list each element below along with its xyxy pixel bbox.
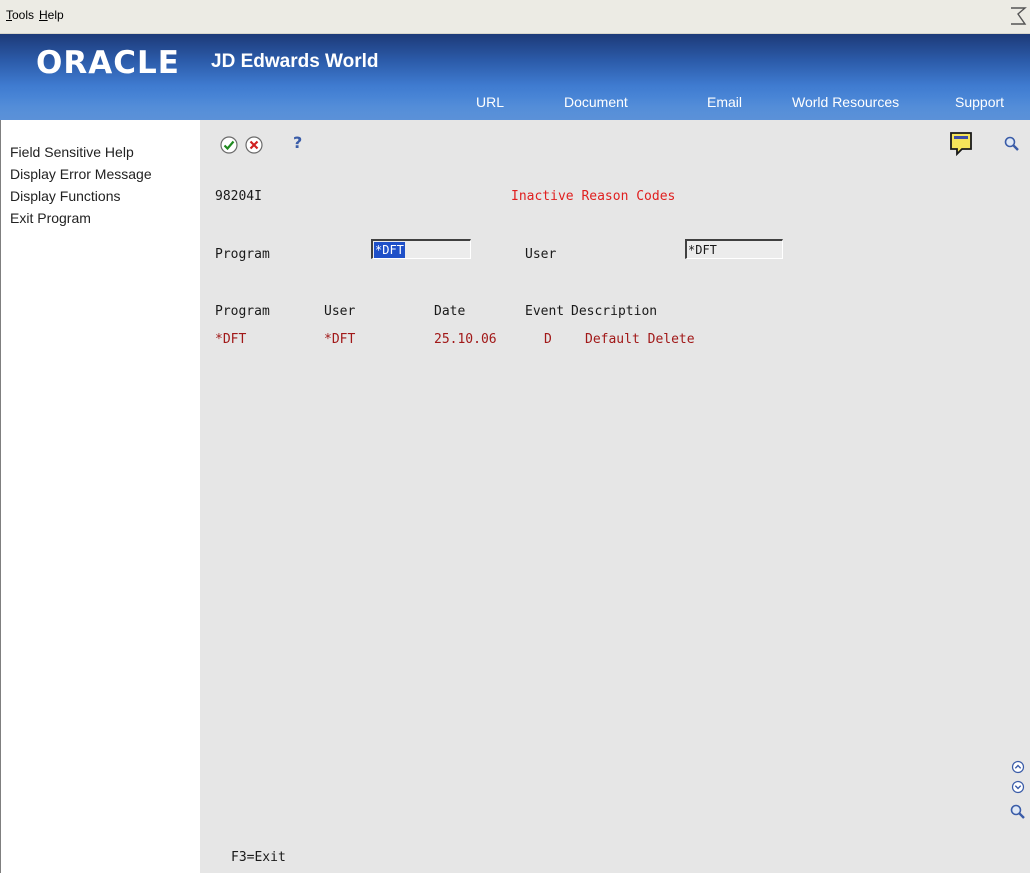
user-field[interactable] (685, 239, 783, 259)
menu-tools-label: ools (12, 8, 35, 22)
page-down-icon[interactable] (1011, 780, 1025, 794)
question-icon[interactable]: ? (291, 133, 305, 153)
form-title: Inactive Reason Codes (511, 189, 676, 204)
left-exit-panel: Field Sensitive Help Display Error Messa… (0, 120, 200, 873)
column-header-date: Date (434, 304, 466, 319)
program-value: *DFT (374, 242, 405, 258)
page-up-icon[interactable] (1011, 760, 1025, 774)
form-id: 98204I (215, 189, 262, 204)
memo-icon[interactable] (948, 130, 974, 156)
exit-program-link[interactable]: Exit Program (10, 210, 91, 226)
menu-help[interactable]: Help (39, 8, 64, 22)
display-error-message-link[interactable]: Display Error Message (10, 166, 152, 182)
grid-search-icon[interactable] (1009, 803, 1027, 821)
display-functions-link[interactable]: Display Functions (10, 188, 121, 204)
menu-help-mnemonic: H (39, 8, 48, 22)
nav-document[interactable]: Document (564, 94, 628, 110)
row-description: Default Delete (585, 332, 695, 347)
product-name: JD Edwards World (211, 51, 379, 72)
column-header-program: Program (215, 304, 270, 319)
window-corner-icon (1011, 7, 1027, 25)
function-key-exit[interactable]: F3=Exit (231, 850, 286, 865)
checkmark-icon[interactable] (219, 135, 239, 155)
svg-text:?: ? (293, 133, 302, 152)
oracle-logo: ORACLE (36, 45, 180, 81)
row-date: 25.10.06 (434, 332, 497, 347)
user-label: User (525, 247, 557, 262)
nav-support[interactable]: Support (955, 94, 1004, 110)
nav-email[interactable]: Email (707, 94, 742, 110)
menu-tools[interactable]: Tools (6, 8, 34, 22)
nav-world-resources[interactable]: World Resources (792, 94, 899, 110)
row-user: *DFT (324, 332, 356, 347)
form-area: ? 98204I Inactive Reason Codes Program *… (200, 120, 1030, 873)
menu-bar: Tools Help (0, 0, 1030, 34)
app-banner: ORACLE JD Edwards World URL Document Ema… (0, 34, 1030, 120)
program-field[interactable]: *DFT (371, 239, 471, 259)
column-header-event: Event (525, 304, 565, 319)
row-event: D (544, 332, 552, 347)
field-sensitive-help-link[interactable]: Field Sensitive Help (10, 144, 134, 160)
user-input[interactable] (688, 242, 782, 258)
column-header-user: User (324, 304, 356, 319)
row-program: *DFT (215, 332, 247, 347)
menu-help-label: elp (47, 8, 64, 22)
nav-url[interactable]: URL (476, 94, 504, 110)
search-icon[interactable] (1003, 135, 1021, 153)
cancel-icon[interactable] (244, 135, 264, 155)
program-label: Program (215, 247, 270, 262)
column-header-description: Description (571, 304, 658, 319)
